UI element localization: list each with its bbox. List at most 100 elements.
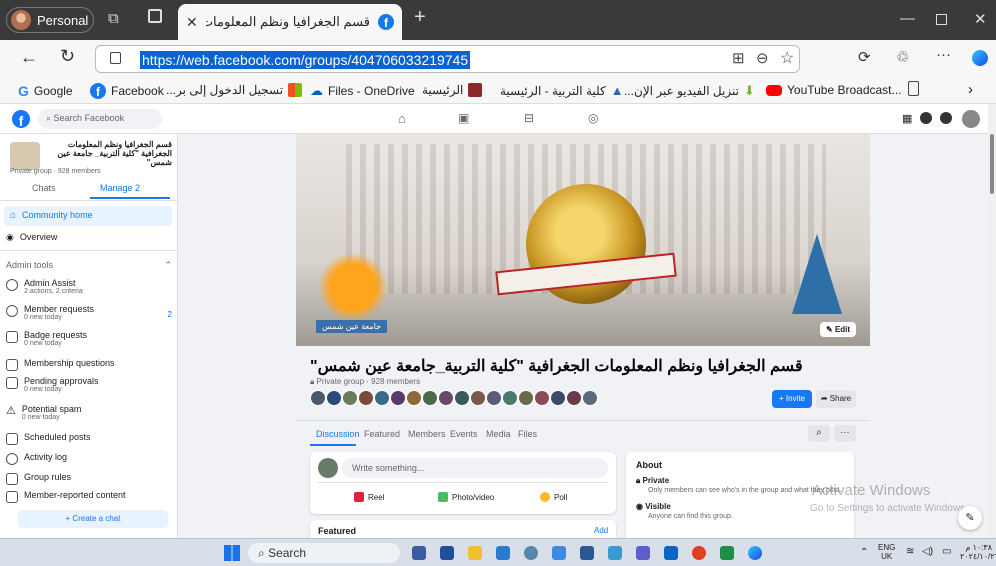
sidebar-item-scheduled-posts[interactable]: Scheduled posts (6, 432, 172, 445)
tab-chats[interactable]: Chats (32, 183, 56, 193)
outlook-icon[interactable] (496, 546, 510, 560)
tab-featured[interactable]: Featured (364, 429, 400, 439)
close-window-icon[interactable]: ✕ (974, 10, 987, 28)
sidebar-item-potential-spam[interactable]: ⚠ Potential spam 0 new today (6, 404, 172, 421)
sidebar-item-badge-requests[interactable]: Badge requests 0 new today (6, 330, 172, 347)
bookmarks-overflow-icon[interactable]: › (968, 81, 973, 98)
photo-video-button[interactable]: Photo/video (438, 492, 494, 502)
excel-icon[interactable] (720, 546, 734, 560)
tab-manage[interactable]: Manage 2 (100, 183, 140, 193)
member-avatar[interactable] (534, 390, 550, 406)
member-avatar[interactable] (518, 390, 534, 406)
minimize-icon[interactable]: — (900, 10, 915, 27)
bookmark-google[interactable]: G Google (18, 83, 73, 99)
poll-button[interactable]: Poll (540, 492, 567, 502)
share-button[interactable]: ➦ Share (816, 390, 856, 408)
reel-button[interactable]: Reel (354, 492, 384, 502)
tab-actions-icon[interactable] (148, 9, 162, 23)
group-meta-text[interactable]: Private group · 928 members (316, 377, 420, 386)
member-avatars[interactable]: (function(){var c=['#4a5a6a','#2a4a7a','… (310, 390, 606, 406)
widgets-icon[interactable] (440, 546, 454, 560)
active-tab[interactable]: f قسم الجغرافيا ونظم المعلومات الجغ ✕ (178, 4, 402, 40)
bookmark-onedrive[interactable]: ☁ Files - OneDrive (310, 83, 415, 99)
app-icon[interactable] (664, 546, 678, 560)
featured-add-link[interactable]: Add (594, 526, 608, 535)
app-icon[interactable] (692, 546, 706, 560)
bookmark-video-download[interactable]: ⬇ تنزيل الفيديو عبر الإن... (624, 83, 755, 99)
group-cover-photo[interactable]: جامعة عين شمس ✎ Edit (296, 134, 870, 346)
tab-files[interactable]: Files (518, 429, 537, 439)
marketplace-icon[interactable]: ⊟ (524, 111, 534, 125)
back-arrow-icon[interactable]: ← (20, 47, 38, 68)
menu-grid-icon[interactable]: ▦ (902, 112, 912, 125)
workspaces-icon[interactable]: ⧉ (108, 10, 119, 27)
member-avatar[interactable] (358, 390, 374, 406)
edit-cover-button[interactable]: ✎ Edit (820, 322, 857, 337)
member-avatar[interactable] (390, 390, 406, 406)
member-avatar[interactable] (310, 390, 326, 406)
member-avatar[interactable] (566, 390, 582, 406)
tab-discussion[interactable]: Discussion (316, 429, 360, 439)
extensions-icon[interactable]: ♲ (896, 48, 909, 66)
home-icon[interactable]: ⌂ (398, 111, 406, 126)
split-screen-icon[interactable]: ⟳ (858, 48, 871, 66)
tab-members[interactable]: Members (408, 429, 446, 439)
refresh-icon[interactable]: ↻ (60, 46, 75, 67)
more-options-icon[interactable]: ··· (834, 425, 856, 442)
app-available-icon[interactable]: ⊞ (732, 49, 745, 67)
sidebar-item-overview[interactable]: ◉ Overview (6, 232, 172, 243)
member-avatar[interactable] (326, 390, 342, 406)
more-menu-icon[interactable]: ··· (936, 46, 951, 63)
invite-button[interactable]: + Invite (772, 390, 812, 408)
sidebar-item-admin-assist[interactable]: Admin Assist 2 actions, 2 criteria (6, 278, 172, 295)
member-avatar[interactable] (454, 390, 470, 406)
close-tab-icon[interactable]: ✕ (186, 14, 198, 31)
tray-chevron-icon[interactable]: ⌃ (860, 547, 868, 558)
sidebar-item-activity-log[interactable]: Activity log (6, 452, 172, 465)
facebook-search-input[interactable]: ⌕ Search Facebook (38, 109, 162, 129)
notifications-bell-icon[interactable] (940, 112, 952, 124)
member-avatar[interactable] (502, 390, 518, 406)
settings-gear-icon[interactable] (524, 546, 538, 560)
taskbar-search[interactable]: ⌕ Search (248, 543, 400, 563)
member-avatar[interactable] (486, 390, 502, 406)
groups-icon[interactable]: ◎ (588, 111, 598, 125)
avatar[interactable] (318, 458, 338, 478)
new-tab-button[interactable]: + (414, 6, 426, 29)
volume-icon[interactable]: ◁) (922, 546, 933, 557)
profile-button[interactable]: Personal (6, 7, 94, 33)
page-scrollbar[interactable] (988, 104, 996, 538)
account-avatar[interactable] (962, 110, 980, 128)
sidebar-group-name[interactable]: قسم الجغرافيا ونظم المعلومات الجغرافية "… (46, 140, 172, 167)
facebook-logo-icon[interactable]: f (12, 110, 30, 128)
group-search-icon[interactable]: ⌕ (808, 425, 830, 442)
sidebar-item-group-rules[interactable]: Group rules (6, 472, 172, 485)
write-something-input[interactable]: Write something... (342, 458, 608, 478)
maximize-icon[interactable] (936, 14, 947, 25)
word-icon[interactable] (580, 546, 594, 560)
language-indicator[interactable]: ENG UK (878, 543, 895, 561)
wifi-icon[interactable]: ≋ (906, 546, 914, 557)
member-avatar[interactable] (582, 390, 598, 406)
member-avatar[interactable] (438, 390, 454, 406)
clock[interactable]: ١٠:٣٨ م ٢٠٢٤/١٠/٢٦ (960, 543, 996, 561)
other-favorites-icon[interactable] (908, 81, 919, 96)
sidebar-item-member-requests[interactable]: Member requests 0 new today 2 (6, 304, 172, 321)
url-text[interactable]: https://web.facebook.com/groups/40470603… (140, 51, 471, 69)
sidebar-item-pending-approvals[interactable]: Pending approvals 0 new today (6, 376, 172, 393)
task-view-icon[interactable] (412, 546, 426, 560)
address-bar[interactable]: https://web.facebook.com/groups/40470603… (95, 45, 800, 73)
group-thumbnail[interactable] (10, 142, 40, 170)
store-icon[interactable] (552, 546, 566, 560)
tab-media[interactable]: Media (486, 429, 511, 439)
teams-icon[interactable] (636, 546, 650, 560)
member-avatar[interactable] (422, 390, 438, 406)
tab-events[interactable]: Events (450, 429, 478, 439)
sidebar-item-community-home[interactable]: ⌂ Community home (4, 206, 172, 226)
sidebar-item-membership-questions[interactable]: Membership questions (6, 358, 172, 371)
create-chat-button[interactable]: + Create a chat (18, 510, 168, 528)
bookmark-youtube[interactable]: YouTube Broadcast... (766, 83, 902, 97)
bookmark-faculty[interactable]: ▲ كلية التربية - الرئيسية (500, 83, 624, 98)
sidebar-item-member-reported[interactable]: Member-reported content (6, 490, 172, 503)
member-avatar[interactable] (406, 390, 422, 406)
